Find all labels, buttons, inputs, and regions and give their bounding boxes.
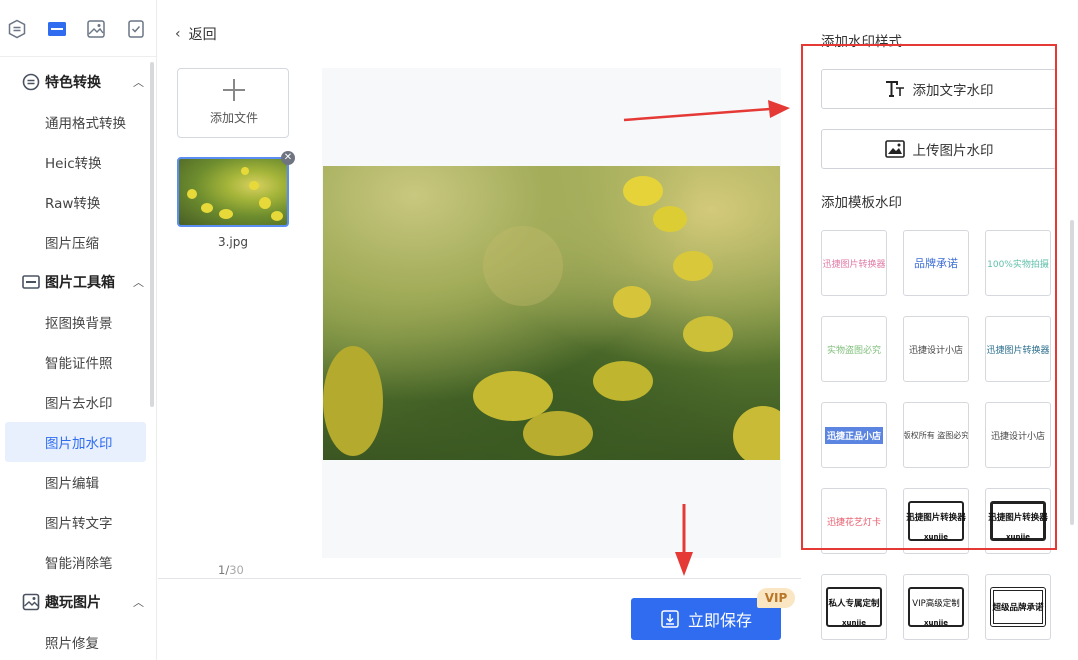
sidebar-item-restore[interactable]: 照片修复 bbox=[0, 622, 156, 660]
sidebar-item-label: 图片去水印 bbox=[45, 396, 113, 412]
fun-image-icon[interactable] bbox=[85, 18, 107, 40]
plus-icon bbox=[223, 79, 245, 101]
sidebar-item-label: Heic转换 bbox=[45, 156, 102, 172]
watermark-template[interactable]: 私人专属定制 xunjie bbox=[821, 574, 887, 640]
annotation-arrow-right bbox=[623, 100, 790, 122]
sidebar-item-heic[interactable]: Heic转换 bbox=[0, 142, 156, 182]
add-file-button[interactable]: 添加文件 bbox=[177, 68, 289, 138]
sidebar-item-ocr[interactable]: 图片转文字 bbox=[0, 502, 156, 542]
sidebar-item-eraser[interactable]: 智能消除笔 bbox=[0, 542, 156, 582]
vip-badge: VIP bbox=[757, 588, 795, 608]
sidebar-item-label: 抠图换背景 bbox=[45, 316, 113, 332]
remove-file-icon[interactable]: ✕ bbox=[281, 151, 295, 165]
bottom-divider bbox=[158, 578, 802, 579]
back-button[interactable]: ‹ 返回 bbox=[175, 24, 217, 44]
annotation-arrow-down bbox=[675, 504, 693, 576]
sidebar-section-fun[interactable]: 趣玩图片 ︿ bbox=[0, 582, 156, 622]
convert-icon[interactable] bbox=[6, 18, 28, 40]
chevron-up-icon[interactable]: ︿ bbox=[133, 594, 144, 610]
sidebar-item-label: 图片加水印 bbox=[45, 436, 113, 452]
sidebar-item-remove-watermark[interactable]: 图片去水印 bbox=[0, 382, 156, 422]
back-label: 返回 bbox=[188, 27, 217, 43]
template-label: VIP高级定制 bbox=[912, 599, 960, 609]
sidebar-item-cutout[interactable]: 抠图换背景 bbox=[0, 302, 156, 342]
watermark-template[interactable]: VIP高级定制 xunjie bbox=[903, 574, 969, 640]
sidebar: 特色转换 ︿ 通用格式转换 Heic转换 Raw转换 图片压缩 图片工具箱 ︿ … bbox=[0, 0, 157, 660]
sidebar-item-add-watermark[interactable]: 图片加水印 bbox=[5, 422, 146, 462]
sidebar-item-label: 智能证件照 bbox=[45, 356, 113, 372]
page-counter: 1/30 bbox=[218, 563, 244, 577]
fun-image-icon bbox=[22, 593, 40, 611]
sidebar-item-raw[interactable]: Raw转换 bbox=[0, 182, 156, 222]
chevron-left-icon: ‹ bbox=[175, 26, 181, 42]
watermark-template[interactable]: 超级品牌承诺 bbox=[985, 574, 1051, 640]
sidebar-item-id-photo[interactable]: 智能证件照 bbox=[0, 342, 156, 382]
sidebar-item-edit[interactable]: 图片编辑 bbox=[0, 462, 156, 502]
toolbox-icon bbox=[22, 273, 40, 291]
download-icon bbox=[661, 610, 679, 628]
sidebar-item-compress[interactable]: 图片压缩 bbox=[0, 222, 156, 262]
sidebar-section-toolbox[interactable]: 图片工具箱 ︿ bbox=[0, 262, 156, 302]
sidebar-top-icons bbox=[0, 18, 156, 46]
sidebar-item-label: 通用格式转换 bbox=[45, 116, 126, 132]
sidebar-section-label: 趣玩图片 bbox=[45, 595, 101, 611]
annotation-highlight-box bbox=[801, 44, 1057, 550]
sidebar-section-special-convert[interactable]: 特色转换 ︿ bbox=[0, 62, 156, 102]
sidebar-item-label: 照片修复 bbox=[45, 636, 99, 652]
sidebar-item-label: 图片转文字 bbox=[45, 516, 113, 532]
sidebar-section-label: 图片工具箱 bbox=[45, 275, 115, 291]
chevron-up-icon[interactable]: ︿ bbox=[133, 74, 144, 90]
page-total: 30 bbox=[229, 563, 244, 577]
file-name: 3.jpg bbox=[217, 235, 249, 249]
add-file-label: 添加文件 bbox=[209, 111, 258, 125]
save-label: 立即保存 bbox=[687, 611, 752, 630]
file-thumbnail[interactable] bbox=[177, 157, 289, 227]
sidebar-section-label: 特色转换 bbox=[45, 75, 101, 91]
template-label: 私人专属定制 bbox=[828, 599, 880, 609]
sidebar-item-label: Raw转换 bbox=[45, 196, 101, 212]
chevron-up-icon[interactable]: ︿ bbox=[133, 274, 144, 290]
template-sub: xunjie bbox=[923, 619, 949, 627]
page-current: 1/ bbox=[218, 563, 230, 577]
sidebar-item-label: 图片压缩 bbox=[45, 236, 99, 252]
template-sub: xunjie bbox=[841, 619, 867, 627]
panel-scrollbar[interactable] bbox=[1070, 220, 1074, 525]
sidebar-divider bbox=[0, 56, 156, 57]
sidebar-item-label: 图片编辑 bbox=[45, 476, 99, 492]
sidebar-item-general-convert[interactable]: 通用格式转换 bbox=[0, 102, 156, 142]
checklist-icon[interactable] bbox=[125, 18, 147, 40]
convert-icon bbox=[22, 73, 40, 91]
toolbox-icon[interactable] bbox=[46, 18, 68, 40]
preview-image bbox=[323, 166, 780, 460]
sidebar-item-label: 智能消除笔 bbox=[45, 556, 113, 572]
template-label: 超级品牌承诺 bbox=[992, 603, 1044, 613]
